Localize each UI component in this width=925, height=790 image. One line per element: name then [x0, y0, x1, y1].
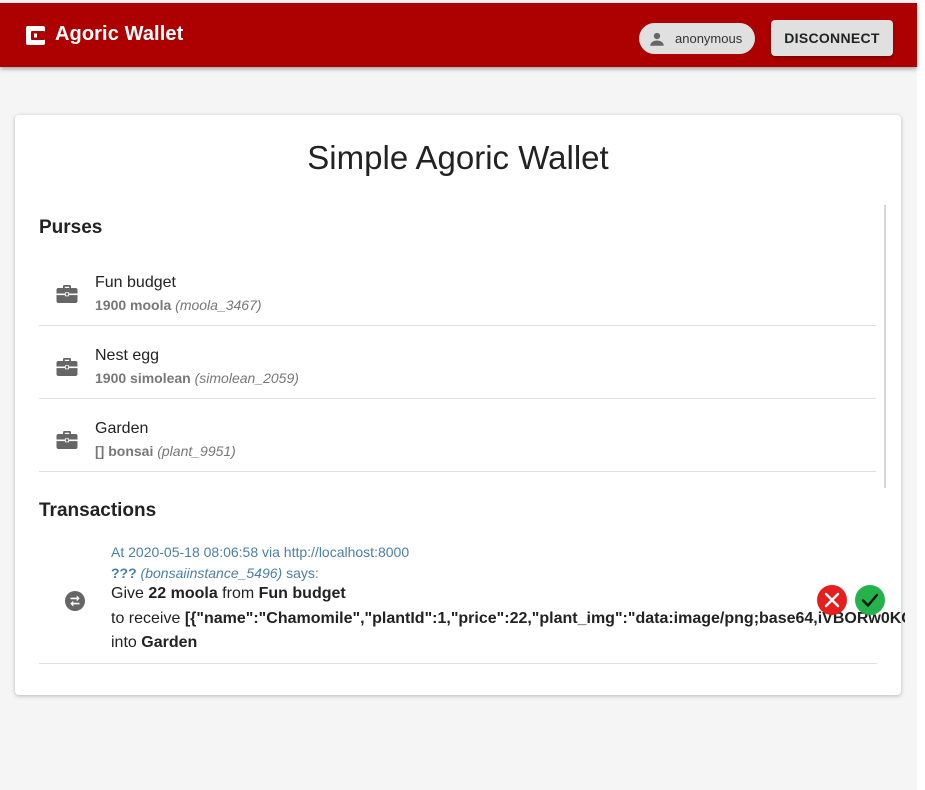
user-chip-label: anonymous — [675, 31, 743, 46]
receive-prefix: to receive — [111, 610, 181, 627]
purse-id: (plant_9951) — [157, 443, 236, 459]
purse-item[interactable]: Fun budget 1900 moola (moola_3467) — [39, 253, 876, 326]
purse-balance: 1900 simolean (simolean_2059) — [95, 370, 299, 386]
sender-instance: (bonsaiinstance_5496) — [140, 565, 283, 581]
purse-item[interactable]: Garden [] bonsai (plant_9951) — [39, 399, 876, 472]
give-line: Give 22 moola from Fun budget — [111, 585, 346, 603]
disconnect-button[interactable]: DISCONNECT — [771, 20, 893, 56]
briefcase-icon — [56, 285, 78, 303]
app-title: Agoric Wallet — [55, 23, 184, 45]
receive-line: to receive [{"name":"Chamomile","plantId… — [111, 610, 905, 628]
into-purse: Garden — [141, 634, 198, 651]
receive-value: [{"name":"Chamomile","plantId":1,"price"… — [184, 610, 905, 627]
purse-item[interactable]: Nest egg 1900 simolean (simolean_2059) — [39, 326, 876, 399]
purse-id: (moola_3467) — [175, 297, 262, 313]
purse-name: Nest egg — [95, 347, 160, 364]
wallet-icon — [26, 26, 45, 45]
purse-balance: [] bonsai (plant_9951) — [95, 443, 236, 459]
check-icon — [861, 593, 879, 607]
transactions-heading: Transactions — [39, 500, 157, 521]
transaction-meta: At 2020-05-18 08:06:58 via http://localh… — [111, 544, 410, 560]
wallet-card: Simple Agoric Wallet Purses Fun budget 1… — [15, 115, 905, 695]
give-amount: 22 moola — [148, 585, 218, 602]
purse-amount: 1900 simolean — [95, 370, 191, 386]
sender-name: ??? — [111, 565, 137, 581]
purse-name: Garden — [95, 420, 149, 437]
briefcase-icon — [56, 358, 78, 376]
close-icon — [824, 592, 840, 608]
transaction-item: At 2020-05-18 08:06:58 via http://localh… — [39, 540, 905, 664]
accept-button[interactable] — [855, 585, 885, 615]
page-title: Simple Agoric Wallet — [307, 139, 609, 176]
give-from: from — [222, 585, 255, 602]
purse-name: Fun budget — [95, 274, 176, 291]
purse-amount: [] bonsai — [95, 443, 154, 459]
briefcase-icon — [56, 431, 78, 449]
into-prefix: into — [111, 634, 137, 651]
purse-id: (simolean_2059) — [194, 370, 299, 386]
reject-button[interactable] — [817, 585, 847, 615]
purse-amount: 1900 moola — [95, 297, 172, 313]
says-label: says: — [286, 565, 319, 581]
user-chip[interactable]: anonymous — [639, 23, 755, 54]
purses-heading: Purses — [39, 217, 103, 238]
into-line: into Garden — [111, 634, 197, 652]
app-bar: Agoric Wallet anonymous DISCONNECT — [0, 3, 917, 67]
person-icon — [650, 32, 664, 46]
transaction-sender: ??? (bonsaiinstance_5496) says: — [111, 565, 319, 581]
scrollbar-track[interactable] — [884, 205, 886, 488]
give-purse: Fun budget — [258, 585, 346, 602]
swap-icon — [65, 591, 85, 611]
purse-balance: 1900 moola (moola_3467) — [95, 297, 262, 313]
give-prefix: Give — [111, 585, 144, 602]
